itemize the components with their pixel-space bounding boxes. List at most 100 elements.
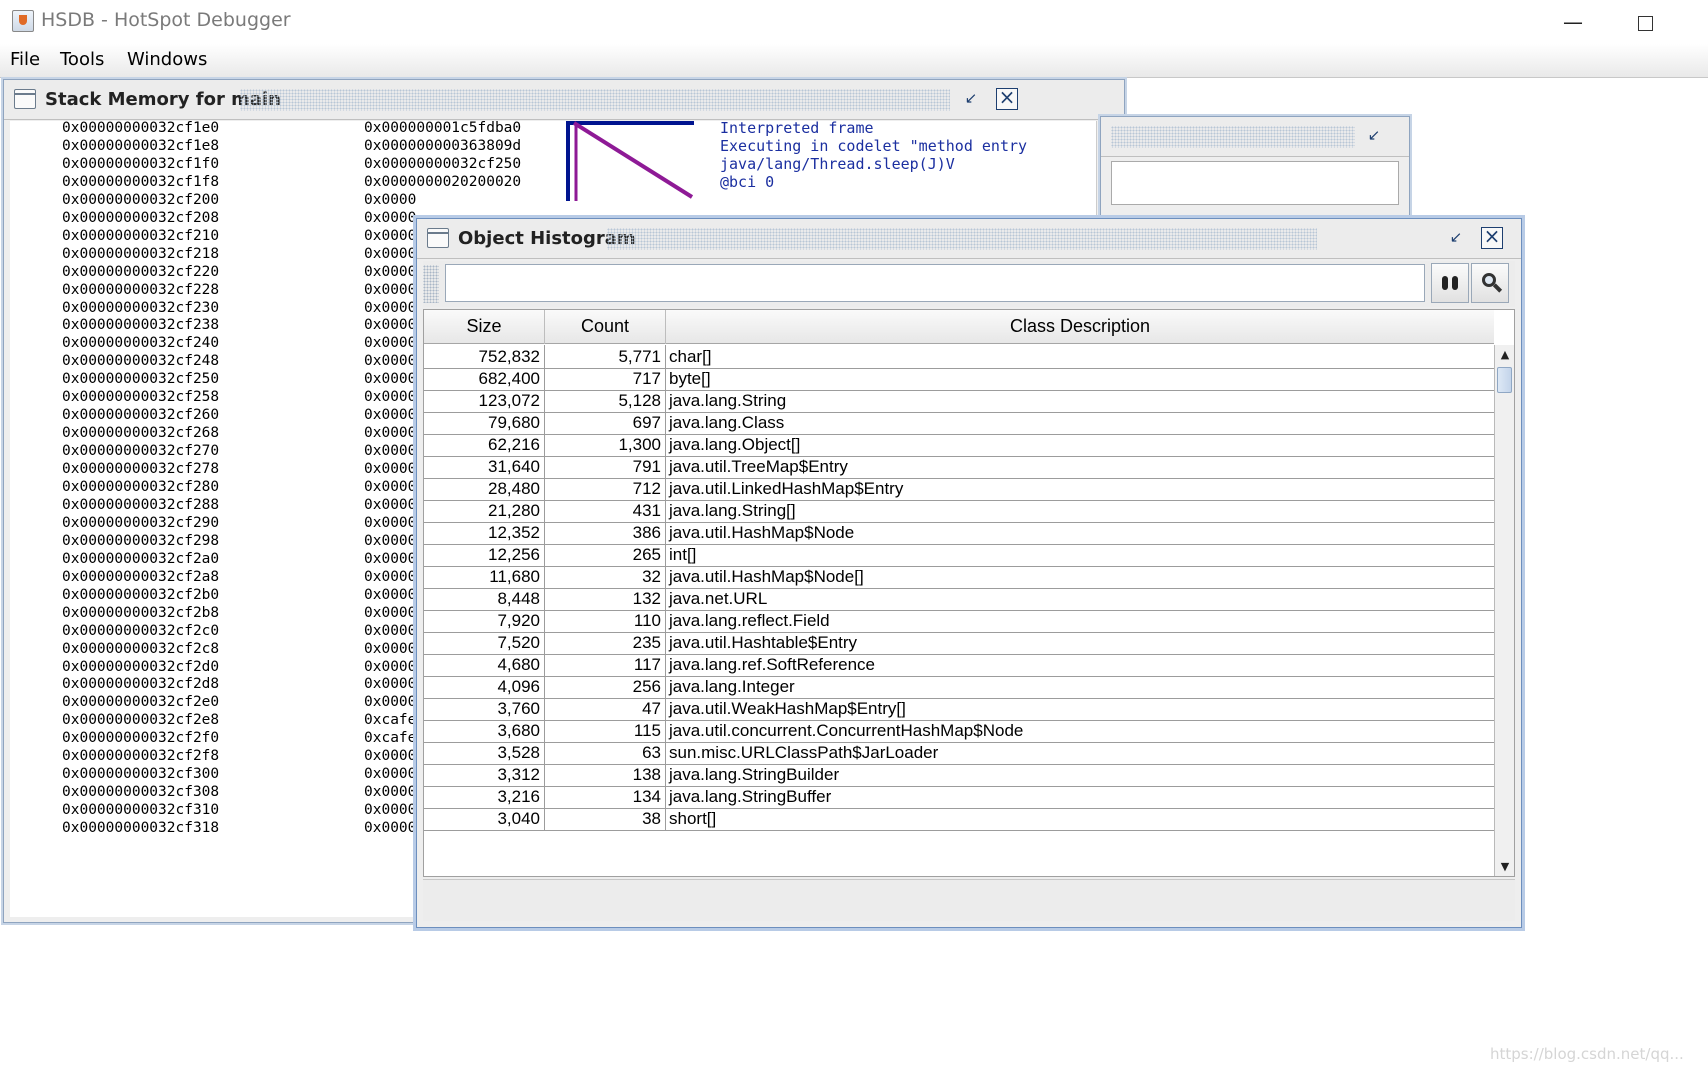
scroll-down-icon[interactable]: ▼: [1495, 857, 1514, 876]
window-titlebar: HSDB - HotSpot Debugger —: [0, 0, 1708, 44]
cell-class-description: java.util.Hashtable$Entry: [669, 633, 858, 652]
annotation-line: Interpreted frame: [720, 121, 874, 137]
table-row[interactable]: 3,528 63 sun.misc.URLClassPath$JarLoader: [424, 741, 1494, 765]
cell-count: 265: [545, 543, 666, 566]
memory-address: 0x00000000032cf248: [62, 353, 220, 370]
memory-value: 0x0000: [364, 263, 417, 280]
memory-value: 0x0000: [364, 191, 417, 208]
cell-class-description: char[]: [669, 347, 712, 366]
menu-tools[interactable]: Tools: [60, 49, 104, 70]
memory-value: 0x0000: [364, 227, 417, 244]
histogram-iconify-icon[interactable]: ↙: [1445, 227, 1467, 249]
memory-value: 0x0000000020200020: [364, 173, 522, 190]
cell-size: 4,680: [424, 653, 545, 676]
table-row[interactable]: 3,760 47 java.util.WeakHashMap$Entry[]: [424, 697, 1494, 721]
memory-value: 0x0000: [364, 443, 417, 460]
cell-count: 791: [545, 455, 666, 478]
table-row[interactable]: 4,096 256 java.lang.Integer: [424, 675, 1494, 699]
cell-size: 8,448: [424, 587, 545, 610]
stack-memory-iconify-icon[interactable]: ↙: [960, 88, 982, 110]
table-row[interactable]: 12,352 386 java.util.HashMap$Node: [424, 521, 1494, 545]
cell-count: 132: [545, 587, 666, 610]
table-row[interactable]: 3,680 115 java.util.concurrent.ConcurrentH…: [424, 719, 1494, 743]
memory-address: 0x00000000032cf2f8: [62, 748, 220, 765]
table-row[interactable]: 4,680 117 java.lang.ref.SoftReference: [424, 653, 1494, 677]
titlebar-texture: [1111, 126, 1355, 148]
menu-bar: File Tools Windows: [0, 44, 1708, 78]
table-row[interactable]: 28,480 712 java.util.LinkedHashMap$Entry: [424, 477, 1494, 501]
table-row[interactable]: 79,680 697 java.lang.Class: [424, 411, 1494, 435]
memory-value: 0x0000: [364, 568, 417, 585]
cell-count: 256: [545, 675, 666, 698]
inspect-button[interactable]: [1471, 263, 1509, 303]
column-header-count[interactable]: Count: [545, 310, 666, 344]
column-header-size[interactable]: Size: [424, 310, 545, 344]
cell-count: 386: [545, 521, 666, 544]
histogram-table: Size Count Class Description 752,832 5,77…: [423, 309, 1515, 877]
table-row[interactable]: 62,216 1,300 java.lang.Object[]: [424, 433, 1494, 457]
memory-value: 0x000000000363809d: [364, 137, 522, 154]
java-app-icon: [12, 10, 34, 32]
memory-value: 0x0000: [364, 514, 417, 531]
table-row[interactable]: 11,680 32 java.util.HashMap$Node[]: [424, 565, 1494, 589]
cell-size: 3,680: [424, 719, 545, 742]
table-row[interactable]: 3,216 134 java.lang.StringBuffer: [424, 785, 1494, 809]
histogram-search-input[interactable]: [445, 264, 1425, 302]
cell-size: 62,216: [424, 433, 545, 456]
memory-value: 0x0000: [364, 550, 417, 567]
table-row[interactable]: 21,280 431 java.lang.String[]: [424, 499, 1494, 523]
cell-size: 7,920: [424, 609, 545, 632]
memory-address: 0x00000000032cf2b8: [62, 604, 220, 621]
cell-class-description: java.util.TreeMap$Entry: [669, 457, 848, 476]
scroll-thumb[interactable]: [1497, 367, 1512, 393]
minimize-button[interactable]: —: [1550, 6, 1596, 38]
histogram-titlebar[interactable]: Object Histogram ↙ ×: [417, 219, 1521, 259]
memory-address: 0x00000000032cf2b0: [62, 586, 220, 603]
find-button[interactable]: [1431, 263, 1469, 303]
cell-class-description: java.util.WeakHashMap$Entry[]: [669, 699, 906, 718]
histogram-close-icon[interactable]: ×: [1481, 226, 1503, 249]
toolbar-grip[interactable]: [423, 265, 439, 303]
memory-address: 0x00000000032cf2e0: [62, 694, 220, 711]
histogram-scrollbar[interactable]: ▲ ▼: [1494, 345, 1514, 876]
memory-address: 0x00000000032cf1e8: [62, 137, 220, 154]
table-row[interactable]: 12,256 265 int[]: [424, 543, 1494, 567]
stack-memory-titlebar[interactable]: Stack Memory for main ↙ ×: [4, 80, 1124, 120]
table-row[interactable]: 123,072 5,128 java.lang.String: [424, 389, 1494, 413]
table-row[interactable]: 31,640 791 java.util.TreeMap$Entry: [424, 455, 1494, 479]
maximize-button[interactable]: [1622, 6, 1668, 38]
memory-address: 0x00000000032cf228: [62, 281, 220, 298]
frame-connector-lines: [566, 121, 694, 201]
table-row[interactable]: 3,040 38 short[]: [424, 807, 1494, 831]
table-row[interactable]: 3,312 138 java.lang.StringBuilder: [424, 763, 1494, 787]
memory-value: 0xcafe: [364, 730, 417, 747]
table-header: Size Count Class Description: [424, 310, 1494, 344]
cell-count: 63: [545, 741, 666, 764]
table-row[interactable]: 8,448 132 java.net.URL: [424, 587, 1494, 611]
menu-file[interactable]: File: [10, 49, 40, 70]
table-row[interactable]: 7,520 235 java.util.Hashtable$Entry: [424, 631, 1494, 655]
table-row[interactable]: 682,400 717 byte[]: [424, 367, 1494, 391]
background-frame-iconify-icon[interactable]: ↙: [1363, 125, 1385, 147]
histogram-toolbar: [423, 261, 1515, 307]
memory-address: 0x00000000032cf318: [62, 820, 220, 837]
memory-value: 0x0000: [364, 425, 417, 442]
scroll-up-icon[interactable]: ▲: [1495, 345, 1514, 365]
memory-address: 0x00000000032cf308: [62, 784, 220, 801]
memory-address: 0x00000000032cf280: [62, 479, 220, 495]
memory-value: 0x0000: [364, 209, 417, 226]
stack-memory-close-icon[interactable]: ×: [996, 87, 1018, 110]
menu-windows[interactable]: Windows: [127, 49, 207, 70]
memory-value: 0x0000: [364, 766, 417, 783]
column-header-class-description[interactable]: Class Description: [666, 310, 1494, 344]
background-frame-titlebar[interactable]: ↙: [1101, 117, 1409, 157]
memory-value: 0x0000: [364, 389, 417, 406]
memory-address: 0x00000000032cf290: [62, 514, 220, 531]
cell-class-description: java.lang.ref.SoftReference: [669, 655, 876, 674]
frame-link-diagonal: [572, 121, 694, 199]
memory-value: 0x0000: [364, 335, 417, 352]
memory-value: 0x00000000032cf250: [364, 155, 522, 172]
table-row[interactable]: 752,832 5,771 char[]: [424, 345, 1494, 369]
cell-class-description: java.lang.Object[]: [669, 435, 801, 454]
table-row[interactable]: 7,920 110 java.lang.reflect.Field: [424, 609, 1494, 633]
